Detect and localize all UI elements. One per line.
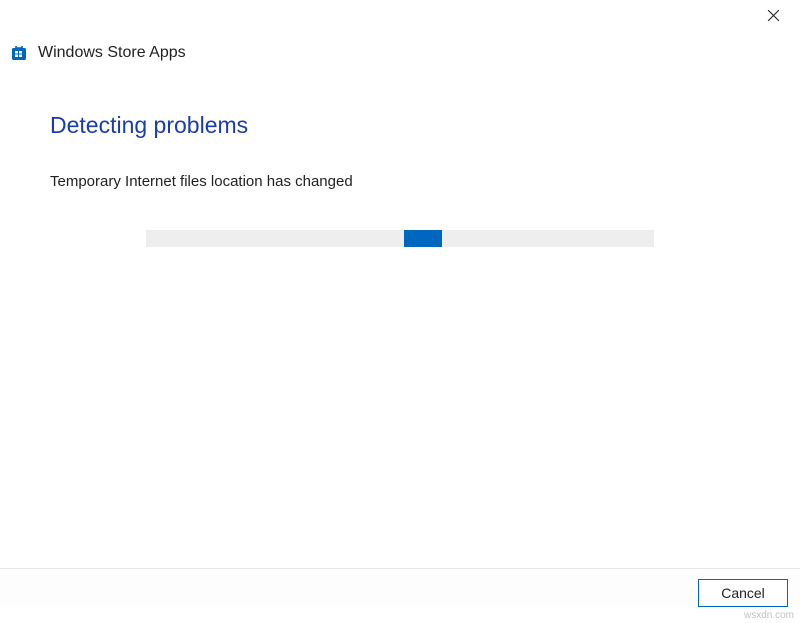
- cancel-button[interactable]: Cancel: [698, 579, 788, 607]
- close-icon: [767, 9, 780, 22]
- footer: Cancel: [0, 568, 800, 607]
- header: Windows Store Apps: [0, 30, 800, 72]
- titlebar: [0, 0, 800, 30]
- status-text: Temporary Internet files location has ch…: [50, 173, 750, 190]
- content-area: Detecting problems Temporary Internet fi…: [0, 72, 800, 267]
- progress-wrap: [50, 230, 750, 247]
- progress-bar: [146, 230, 654, 247]
- store-icon: [10, 44, 28, 62]
- app-title: Windows Store Apps: [38, 44, 186, 62]
- watermark: wsxdn.com: [744, 610, 794, 621]
- close-button[interactable]: [756, 1, 790, 29]
- page-heading: Detecting problems: [50, 112, 750, 139]
- progress-indicator: [404, 230, 442, 247]
